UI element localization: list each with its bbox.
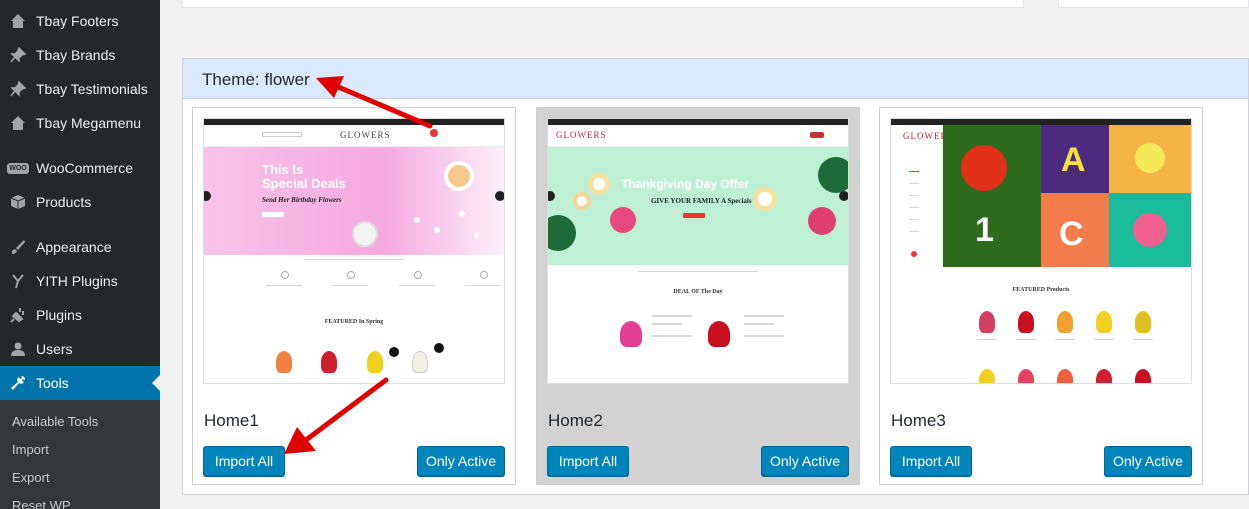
woo-icon: WOO [7, 162, 29, 174]
demo-name: Home2 [548, 411, 603, 430]
preview-logo: GLOWERS [340, 130, 391, 140]
import-all-button[interactable]: Import All [203, 446, 285, 476]
sidebar-item-label: WooCommerce [36, 160, 133, 176]
top-card [1058, 0, 1249, 8]
sidebar-item-label: Appearance [36, 239, 112, 255]
demo-card-home3[interactable]: GLOWERS 1 A C FEATURED Products Home3 Im… [879, 107, 1203, 485]
submenu-available-tools[interactable]: Available Tools [12, 414, 98, 429]
pin-icon [0, 81, 36, 97]
import-all-button[interactable]: Import All [547, 446, 629, 476]
demo-card-home2[interactable]: GLOWERS Thankgiving Day Offer GIVE YOUR … [536, 107, 860, 485]
sidebar-item-label: Tbay Testimonials [36, 81, 148, 97]
theme-header: Theme: flower [183, 59, 1248, 99]
only-active-button[interactable]: Only Active [1104, 446, 1192, 476]
home-icon [0, 115, 36, 131]
sidebar-item-tbay-brands[interactable]: Tbay Brands [0, 38, 160, 72]
box-icon [0, 194, 36, 210]
demo-card-home1[interactable]: GLOWERS This Is Special Deals Send Her B… [192, 107, 516, 485]
sidebar-item-plugins[interactable]: Plugins [0, 298, 160, 332]
yith-icon [0, 273, 36, 289]
wrench-icon [0, 375, 36, 391]
admin-sidebar: Tbay Footers Tbay Brands Tbay Testimonia… [0, 0, 160, 509]
brush-icon [0, 239, 36, 255]
demo-name: Home1 [204, 411, 259, 430]
demo-preview-home1: GLOWERS This Is Special Deals Send Her B… [203, 118, 505, 384]
sidebar-item-tbay-footers[interactable]: Tbay Footers [0, 4, 160, 38]
sidebar-item-label: Tbay Megamenu [36, 115, 142, 131]
pin-icon [0, 47, 36, 63]
user-icon [0, 341, 36, 357]
sidebar-item-yith-plugins[interactable]: YITH Plugins [0, 264, 160, 298]
sidebar-item-tbay-testimonials[interactable]: Tbay Testimonials [0, 72, 160, 106]
sidebar-item-tbay-megamenu[interactable]: Tbay Megamenu [0, 106, 160, 140]
only-active-button[interactable]: Only Active [761, 446, 849, 476]
sidebar-item-label: Users [36, 341, 73, 357]
sidebar-item-users[interactable]: Users [0, 332, 160, 366]
submenu-import[interactable]: Import [12, 442, 49, 457]
sidebar-item-tools[interactable]: Tools [0, 366, 160, 400]
demo-preview-home2: GLOWERS Thankgiving Day Offer GIVE YOUR … [547, 118, 849, 384]
demo-preview-home3: GLOWERS 1 A C FEATURED Products [890, 118, 1192, 384]
tools-submenu: Available Tools Import Export Reset WP [0, 400, 160, 509]
sidebar-item-products[interactable]: Products [0, 185, 160, 219]
sidebar-item-label: YITH Plugins [36, 273, 118, 289]
sidebar-item-label: Plugins [36, 307, 82, 323]
top-card [182, 0, 1024, 8]
submenu-reset-wp[interactable]: Reset WP [12, 498, 71, 509]
demo-name: Home3 [891, 411, 946, 430]
submenu-export[interactable]: Export [12, 470, 50, 485]
sidebar-item-woocommerce[interactable]: WOO WooCommerce [0, 151, 160, 185]
sidebar-item-label: Tbay Brands [36, 47, 116, 63]
home-icon [0, 13, 36, 29]
plug-icon [0, 307, 36, 323]
sidebar-item-label: Tbay Footers [36, 13, 119, 29]
sidebar-item-appearance[interactable]: Appearance [0, 230, 160, 264]
sidebar-item-label: Tools [36, 375, 69, 391]
theme-title: Theme: flower [202, 70, 310, 89]
only-active-button[interactable]: Only Active [417, 446, 505, 476]
import-all-button[interactable]: Import All [890, 446, 972, 476]
sidebar-item-label: Products [36, 194, 92, 210]
